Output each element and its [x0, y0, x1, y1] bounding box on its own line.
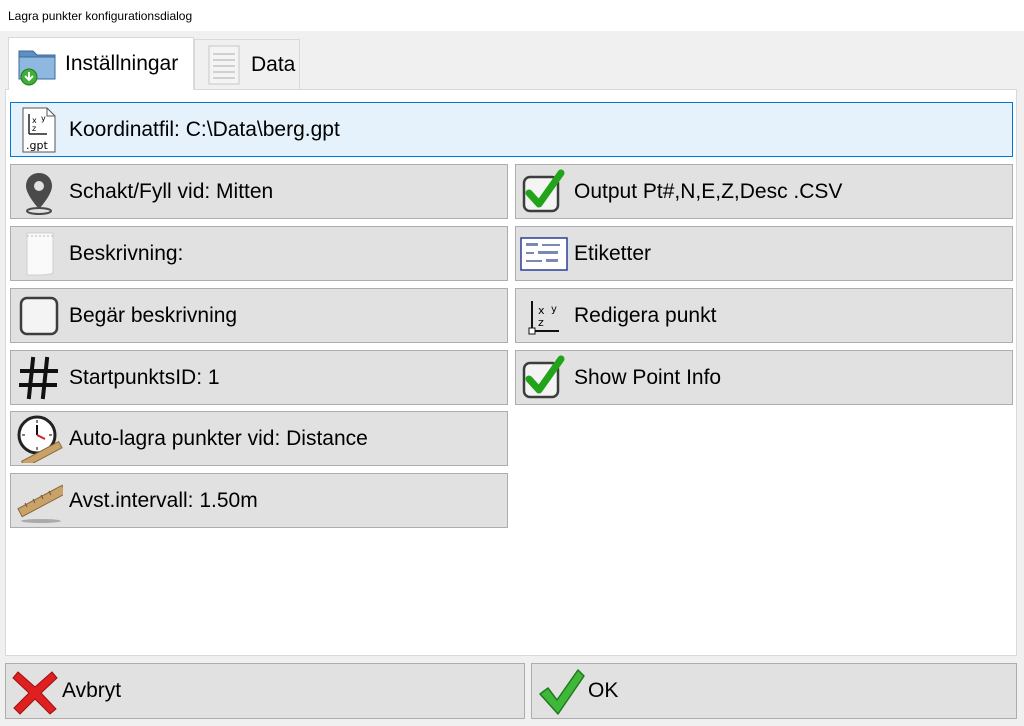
clock-ruler-icon	[15, 415, 63, 463]
coordinate-file-button[interactable]: x y z .gpt Koordinatfil: C:\Data\berg.gp…	[10, 102, 1013, 157]
checkbox-checked-icon	[520, 168, 568, 216]
xyz-axes-icon: x y z	[520, 292, 568, 340]
auto-store-button[interactable]: Auto-lagra punkter vid: Distance	[10, 411, 508, 466]
title-bar: Lagra punkter konfigurationsdialog	[0, 0, 1024, 31]
window-title: Lagra punkter konfigurationsdialog	[8, 9, 193, 23]
show-point-info-label: Show Point Info	[574, 365, 722, 389]
green-check-icon	[536, 666, 586, 716]
svg-text:y: y	[41, 114, 46, 123]
ok-button[interactable]: OK	[531, 663, 1017, 719]
red-x-icon	[10, 666, 60, 716]
cancel-button[interactable]: Avbryt	[5, 663, 525, 719]
svg-text:z: z	[32, 124, 36, 133]
coordinate-file-label: Koordinatfil: C:\Data\berg.gpt	[69, 117, 340, 141]
svg-text:z: z	[538, 316, 544, 329]
edit-point-label: Redigera punkt	[574, 303, 717, 327]
tab-label: Inställningar	[65, 52, 179, 75]
svg-text:y: y	[551, 304, 557, 315]
show-point-info-button[interactable]: Show Point Info	[515, 350, 1013, 405]
start-point-id-button[interactable]: StartpunktsID: 1	[10, 350, 508, 405]
cut-fill-button[interactable]: Schakt/Fyll vid: Mitten	[10, 164, 508, 219]
ok-label: OK	[588, 679, 619, 702]
labels-label: Etiketter	[574, 241, 652, 265]
label-preview-icon	[520, 230, 568, 278]
auto-store-label: Auto-lagra punkter vid: Distance	[69, 426, 368, 450]
start-point-id-label: StartpunktsID: 1	[69, 365, 220, 389]
checkbox-icon	[15, 292, 63, 340]
folder-download-icon	[15, 41, 61, 87]
cancel-label: Avbryt	[62, 679, 122, 702]
description-button[interactable]: Beskrivning:	[10, 226, 508, 281]
hash-icon	[15, 354, 63, 402]
gpt-icon-text: .gpt	[26, 139, 48, 152]
distance-interval-label: Avst.intervall: 1.50m	[69, 488, 258, 512]
distance-interval-button[interactable]: Avst.intervall: 1.50m	[10, 473, 508, 528]
note-page-icon	[15, 230, 63, 278]
cut-fill-label: Schakt/Fyll vid: Mitten	[69, 179, 274, 203]
output-csv-button[interactable]: Output Pt#,N,E,Z,Desc .CSV	[515, 164, 1013, 219]
description-label: Beskrivning:	[69, 241, 184, 265]
labels-button[interactable]: Etiketter	[515, 226, 1013, 281]
checkbox-checked-icon	[520, 354, 568, 402]
request-description-button[interactable]: Begär beskrivning	[10, 288, 508, 343]
tab-data[interactable]: Data	[194, 39, 300, 90]
data-sheet-icon	[201, 42, 247, 88]
tab-label: Data	[251, 53, 296, 76]
edit-point-button[interactable]: x y z Redigera punkt	[515, 288, 1013, 343]
map-pin-icon	[15, 168, 63, 216]
output-csv-label: Output Pt#,N,E,Z,Desc .CSV	[574, 179, 843, 203]
request-description-label: Begär beskrivning	[69, 303, 238, 327]
ruler-icon	[15, 477, 63, 525]
tab-installningar[interactable]: Inställningar	[8, 37, 194, 90]
gpt-file-icon: x y z .gpt	[15, 106, 63, 154]
